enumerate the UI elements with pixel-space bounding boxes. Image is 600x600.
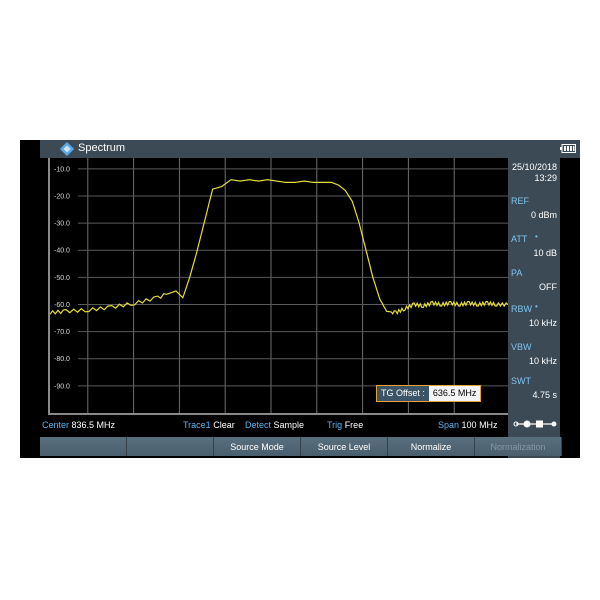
y-tick-label: -50.0 bbox=[54, 275, 70, 282]
connection-status-icon bbox=[513, 420, 557, 428]
app-title: Spectrum bbox=[78, 142, 126, 154]
detect-value: Sample bbox=[273, 420, 305, 430]
tg-offset-label: TG Offset : bbox=[377, 386, 429, 401]
y-tick-label: -90.0 bbox=[54, 383, 70, 390]
param-label-vbw: VBW bbox=[511, 342, 532, 352]
y-tick-label: -20.0 bbox=[54, 193, 70, 200]
softkey-blank-2[interactable] bbox=[127, 437, 214, 456]
tg-offset-box[interactable]: TG Offset : 636.5 MHz bbox=[376, 385, 482, 402]
y-tick-label: -30.0 bbox=[54, 221, 70, 228]
param-label-rbw: RBW bbox=[511, 304, 532, 314]
datetime: 25/10/2018 13:29 bbox=[512, 162, 557, 184]
status-bar: Center 836.5 MHz Trace1 Clear Detect Sam… bbox=[40, 417, 508, 433]
param-value-swt[interactable]: 4.75 s bbox=[532, 390, 557, 400]
param-value-att[interactable]: 10 dB bbox=[533, 248, 557, 258]
y-tick-label: -10.0 bbox=[54, 166, 70, 173]
y-tick-label: -40.0 bbox=[54, 248, 70, 255]
date: 25/10/2018 bbox=[511, 162, 557, 172]
param-label-pa: PA bbox=[511, 268, 523, 278]
param-value-rbw[interactable]: 10 kHz bbox=[529, 318, 557, 328]
param-value-vbw[interactable]: 10 kHz bbox=[529, 356, 557, 366]
param-value-ref[interactable]: 0 dBm bbox=[531, 210, 557, 220]
rohde-schwarz-logo-icon bbox=[60, 142, 74, 156]
param-label-ref: REF bbox=[511, 196, 529, 206]
softkey-normalization[interactable]: Normalization bbox=[475, 437, 562, 456]
trace-field[interactable]: Trace1 Clear bbox=[183, 420, 235, 430]
param-marker-dot: • bbox=[535, 232, 538, 241]
battery-icon bbox=[560, 144, 576, 153]
y-tick-label: -80.0 bbox=[54, 356, 70, 363]
trace-label: Trace1 bbox=[183, 420, 211, 430]
trig-label: Trig bbox=[327, 420, 343, 430]
center-field[interactable]: Center 836.5 MHz bbox=[42, 420, 115, 430]
spectrum-plot[interactable]: -10.0 -20.0 -30.0 -40.0 -50.0 -60.0 -70.0 -80.0… bbox=[48, 158, 510, 415]
trace-value: Clear bbox=[213, 420, 235, 430]
y-tick-label: -60.0 bbox=[54, 302, 70, 309]
trig-value: Free bbox=[344, 420, 364, 430]
detect-label: Detect bbox=[245, 420, 272, 430]
param-label-att: ATT bbox=[511, 234, 528, 244]
span-label: Span bbox=[438, 420, 460, 430]
y-tick-label: -70.0 bbox=[54, 329, 70, 336]
span-field[interactable]: Span 100 MHz bbox=[438, 420, 498, 430]
tg-offset-value[interactable]: 636.5 MHz bbox=[428, 386, 481, 401]
spectrum-chart-svg: -10.0 -20.0 -30.0 -40.0 -50.0 -60.0 -70.0 -80.0… bbox=[50, 158, 508, 413]
center-label: Center bbox=[42, 420, 70, 430]
title-bar: Spectrum bbox=[40, 140, 580, 158]
trig-field[interactable]: Trig Free bbox=[327, 420, 363, 430]
param-label-swt: SWT bbox=[511, 376, 531, 386]
softkey-bar: Source Mode Source Level Normalize Normaliz… bbox=[40, 437, 562, 456]
param-value-pa[interactable]: OFF bbox=[539, 282, 557, 292]
span-value: 100 MHz bbox=[461, 420, 498, 430]
spectrum-analyzer-screen: Spectrum -10.0 -20.0 -30.0 -40.0 -50.0 -60.0-… bbox=[20, 140, 580, 458]
softkey-normalize[interactable]: Normalize bbox=[388, 437, 475, 456]
side-panel: 25/10/2018 13:29 REF 0 dBm ATT • 10 dB PA OFF R… bbox=[508, 158, 560, 458]
detect-field[interactable]: Detect Sample bbox=[245, 420, 304, 430]
param-marker-dot: • bbox=[535, 302, 538, 311]
softkey-source-mode[interactable]: Source Mode bbox=[214, 437, 301, 456]
softkey-blank-1[interactable] bbox=[40, 437, 127, 456]
trace-line-trace1 bbox=[50, 179, 508, 316]
center-value: 836.5 MHz bbox=[71, 420, 116, 430]
time: 13:29 bbox=[534, 173, 557, 183]
softkey-source-level[interactable]: Source Level bbox=[301, 437, 388, 456]
